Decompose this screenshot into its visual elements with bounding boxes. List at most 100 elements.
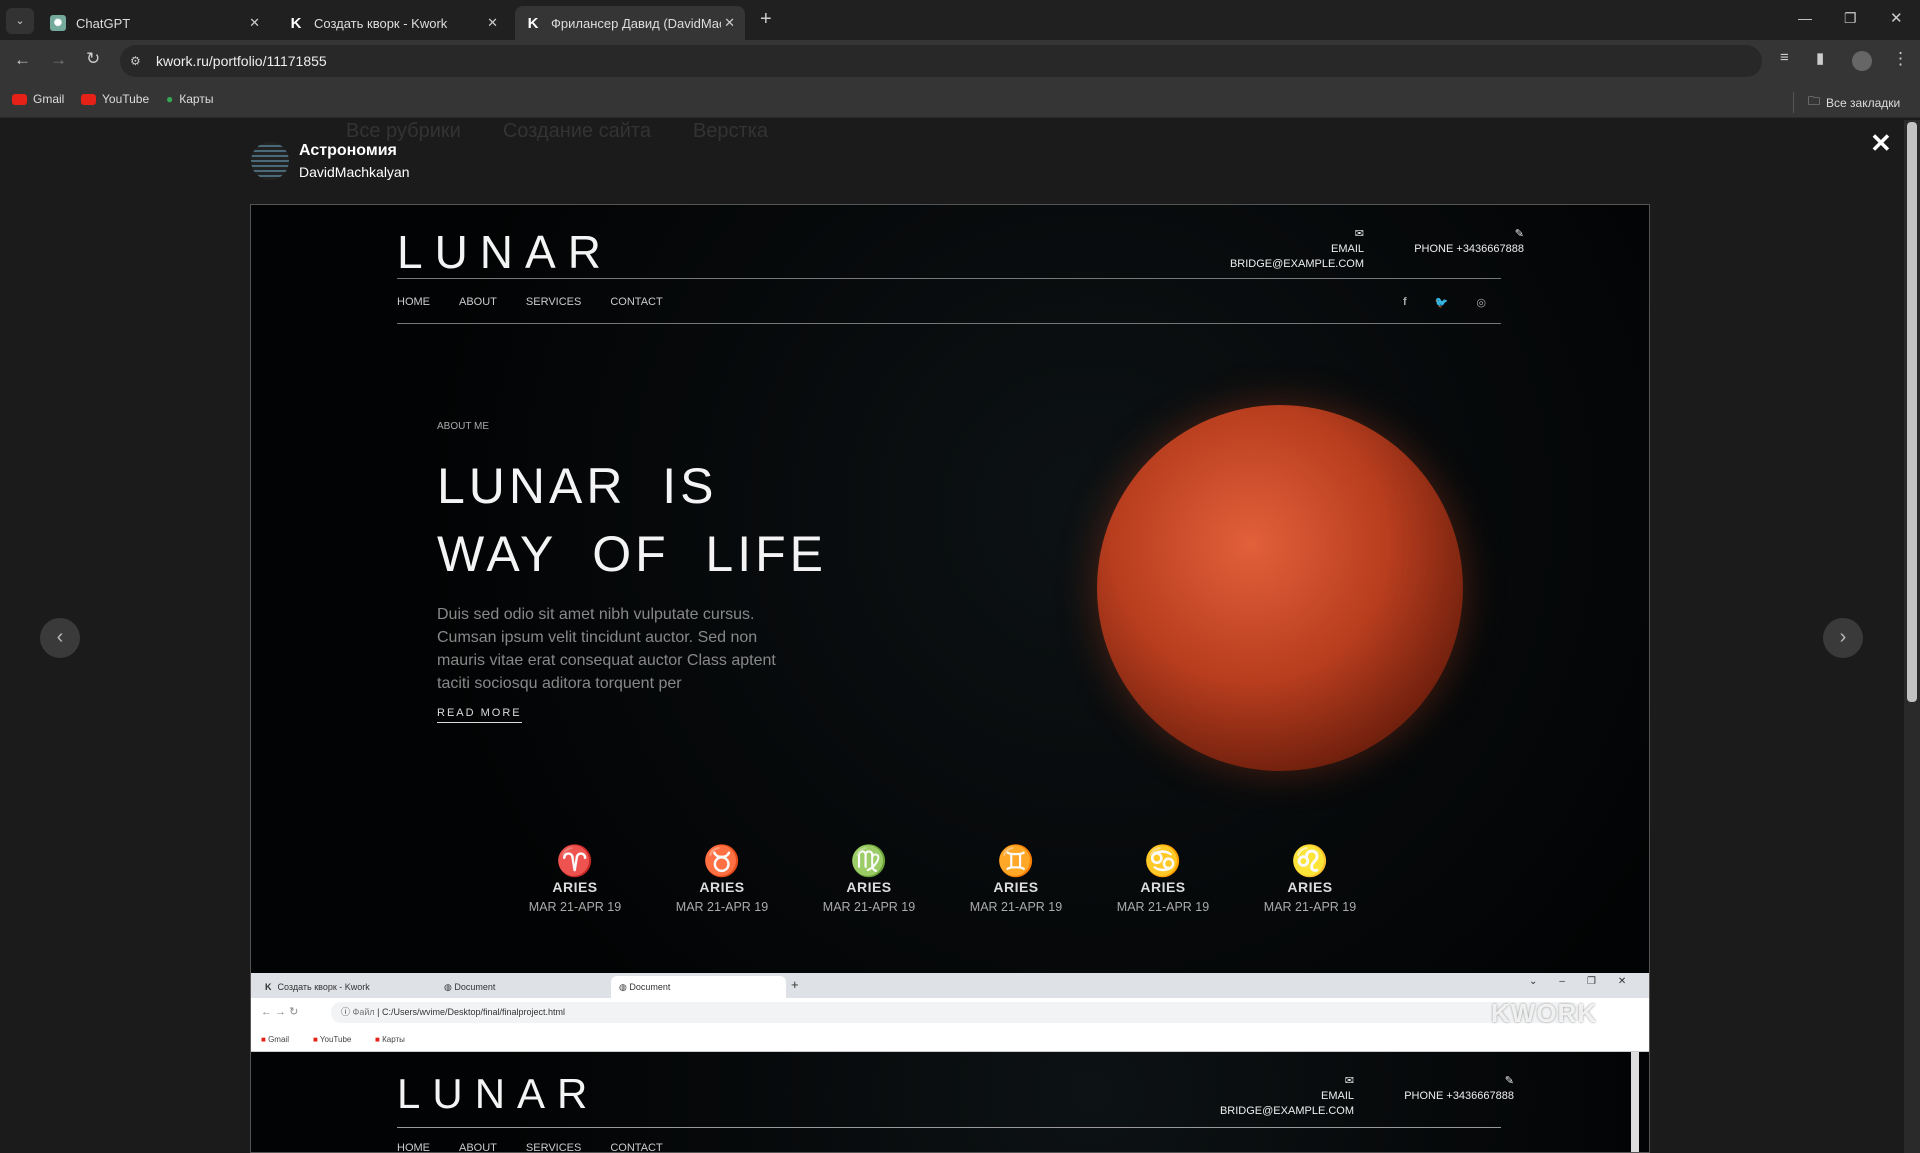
inner-bookmark: ■ YouTube xyxy=(313,1035,352,1044)
zodiac-name: ARIES xyxy=(1287,879,1333,895)
forward-icon[interactable]: → xyxy=(50,50,67,70)
read-more-link[interactable]: READ MORE xyxy=(437,707,522,723)
file-label: Файл xyxy=(352,1007,375,1017)
site-logo: LUNAR xyxy=(397,226,613,278)
cancer-icon: ♋ xyxy=(1144,845,1182,878)
zodiac-item: ♉ ARIES MAR 21-APR 19 xyxy=(662,845,782,914)
hero-heading-line2: WAY OF LIFE xyxy=(437,526,828,582)
taurus-icon: ♉ xyxy=(703,845,741,878)
all-bookmarks[interactable]: 🗀 Все закладки xyxy=(1793,92,1900,113)
zodiac-item: ♍ ARIES MAR 21-APR 19 xyxy=(809,845,929,914)
bookmark-label: Gmail xyxy=(268,1035,289,1044)
inner-address-bar: ← → ↻ ⓘ Файл | C:/Users/wvime/Desktop/fi… xyxy=(251,998,1649,1028)
close-tab-icon[interactable]: ✕ xyxy=(724,15,735,31)
nav-contact[interactable]: CONTACT xyxy=(610,296,662,308)
facebook-icon[interactable]: f xyxy=(1403,296,1407,309)
phone-value: PHONE +3436667888 xyxy=(1404,1090,1514,1102)
back-icon[interactable]: ← xyxy=(14,50,31,70)
zodiac-name: ARIES xyxy=(699,879,745,895)
next-arrow-button[interactable]: › xyxy=(1823,618,1863,658)
email-contact: ✉ EMAIL BRIDGE@EXAMPLE.COM xyxy=(1151,227,1364,272)
zodiac-dates: MAR 21-APR 19 xyxy=(528,900,622,914)
zodiac-name: ARIES xyxy=(1140,879,1186,895)
url-text: kwork.ru/portfolio/11171855 xyxy=(156,53,327,69)
zodiac-item: ♋ ARIES MAR 21-APR 19 xyxy=(1103,845,1223,914)
author-avatar[interactable] xyxy=(251,142,289,180)
lunar-site: LUNAR ✉ EMAIL BRIDGE@EXAMPLE.COM ✎ PHONE +3… xyxy=(251,205,1649,973)
zodiac-name: ARIES xyxy=(993,879,1039,895)
close-window-button[interactable]: ✕ xyxy=(1890,9,1903,27)
folder-icon: 🗀 xyxy=(1808,94,1821,108)
nav-about: ABOUT xyxy=(459,1142,497,1153)
inner-scrollbar xyxy=(1631,1052,1639,1152)
nav-home: HOME xyxy=(397,1142,430,1153)
bookmark-youtube[interactable]: YouTube xyxy=(81,92,149,106)
site-logo: LUNAR xyxy=(397,1070,600,1117)
phone-contact: ✎ PHONE +3436667888 xyxy=(1361,1074,1514,1104)
zodiac-name: ARIES xyxy=(552,879,598,895)
twitter-icon[interactable]: 🐦 xyxy=(1435,296,1449,309)
minimize-button[interactable]: — xyxy=(1798,10,1812,26)
divider xyxy=(397,323,1501,324)
instagram-icon[interactable]: ◎ xyxy=(1476,296,1486,309)
tab-freelancer[interactable]: K Фрилансер Давид (DavidMach ✕ xyxy=(515,6,745,40)
close-modal-icon[interactable]: ✕ xyxy=(1870,128,1892,159)
scrollbar-thumb[interactable] xyxy=(1907,122,1917,702)
author-name[interactable]: DavidMachkalyan xyxy=(299,164,410,180)
inner-tab: ◍ Document xyxy=(444,981,496,993)
email-label: EMAIL xyxy=(1330,243,1364,255)
new-tab-button[interactable]: + xyxy=(760,8,772,31)
nav-about[interactable]: ABOUT xyxy=(459,296,497,308)
scrollbar[interactable] xyxy=(1904,120,1920,1153)
inner-tab: K Создать кворк - Kwork xyxy=(265,982,370,992)
zodiac-dates: MAR 21-APR 19 xyxy=(1116,900,1210,914)
phone-value: PHONE +3436667888 xyxy=(1414,243,1524,255)
hero-heading-line1: LUNAR IS xyxy=(437,458,718,514)
media-icon[interactable]: ≡ xyxy=(1780,49,1789,66)
tab-chatgpt[interactable]: ✺ ChatGPT ✕ xyxy=(40,6,270,40)
prev-arrow-button[interactable]: ‹ xyxy=(40,618,80,658)
tab-label: Document xyxy=(629,982,671,992)
category-tab: Создание сайта xyxy=(502,120,651,142)
site-info-icon[interactable]: ⚙ xyxy=(130,45,141,77)
inner-browser-tabs: K Создать кворк - Kwork ◍ Document ◍ Docu… xyxy=(251,973,1649,998)
inner-tab: ◍ Document xyxy=(611,976,786,998)
kwork-icon: K xyxy=(527,14,539,32)
bookmark-maps[interactable]: ● Карты xyxy=(166,92,213,106)
site-nav: HOME ABOUT SERVICES CONTACT xyxy=(397,296,663,308)
restore-button[interactable]: ❐ xyxy=(1844,10,1857,27)
zodiac-dates: MAR 21-APR 19 xyxy=(822,900,916,914)
profile-avatar[interactable] xyxy=(1852,51,1872,71)
inner-lunar-site: LUNAR ✉ EMAIL BRIDGE@EXAMPLE.COM ✎ PHONE +3… xyxy=(251,1052,1649,1153)
tab-search-button[interactable]: ⌄ xyxy=(6,8,34,34)
zodiac-item: ♌ ARIES MAR 21-APR 19 xyxy=(1250,845,1370,914)
menu-icon[interactable]: ⋮ xyxy=(1892,49,1909,69)
nav-services[interactable]: SERVICES xyxy=(526,296,581,308)
category-tab: Все рубрики xyxy=(346,120,461,142)
email-value: BRIDGE@EXAMPLE.COM xyxy=(1229,258,1364,270)
nav-home[interactable]: HOME xyxy=(397,296,430,308)
url-bar[interactable]: ⚙ kwork.ru/portfolio/11171855 xyxy=(120,45,1762,77)
bookmark-gmail[interactable]: Gmail xyxy=(12,92,64,106)
side-panel-icon[interactable]: ▮ xyxy=(1816,49,1824,67)
close-tab-icon[interactable]: ✕ xyxy=(249,15,260,31)
background-category-tabs: Все рубрики Создание сайта Верстка xyxy=(346,120,768,143)
youtube-icon xyxy=(81,93,96,105)
inner-bookmarks: ■ Gmail ■ YouTube ■ Карты xyxy=(251,1027,1649,1052)
zodiac-item: ♈ ARIES MAR 21-APR 19 xyxy=(515,845,635,914)
tab-label: Фрилансер Давид (DavidMach xyxy=(551,15,721,31)
phone-contact: ✎ PHONE +3436667888 xyxy=(1371,227,1524,257)
tab-label: ChatGPT xyxy=(76,15,131,31)
tab-kwork-create[interactable]: K Создать кворк - Kwork ✕ xyxy=(278,6,508,40)
reload-icon[interactable]: ↻ xyxy=(86,49,100,69)
bookmark-label: YouTube xyxy=(102,92,150,106)
kwork-watermark: KWORK xyxy=(1491,998,1598,1028)
site-nav: HOME ABOUT SERVICES CONTACT xyxy=(397,1142,663,1153)
envelope-icon: ✉ xyxy=(1344,1075,1354,1087)
email-contact: ✉ EMAIL BRIDGE@EXAMPLE.COM xyxy=(1141,1074,1354,1119)
social-links: f 🐦 ◎ xyxy=(1403,296,1486,309)
aries-icon: ♈ xyxy=(556,845,594,878)
inner-bookmark: ■ Карты xyxy=(375,1035,405,1044)
close-tab-icon[interactable]: ✕ xyxy=(487,15,498,31)
divider xyxy=(397,1127,1501,1128)
